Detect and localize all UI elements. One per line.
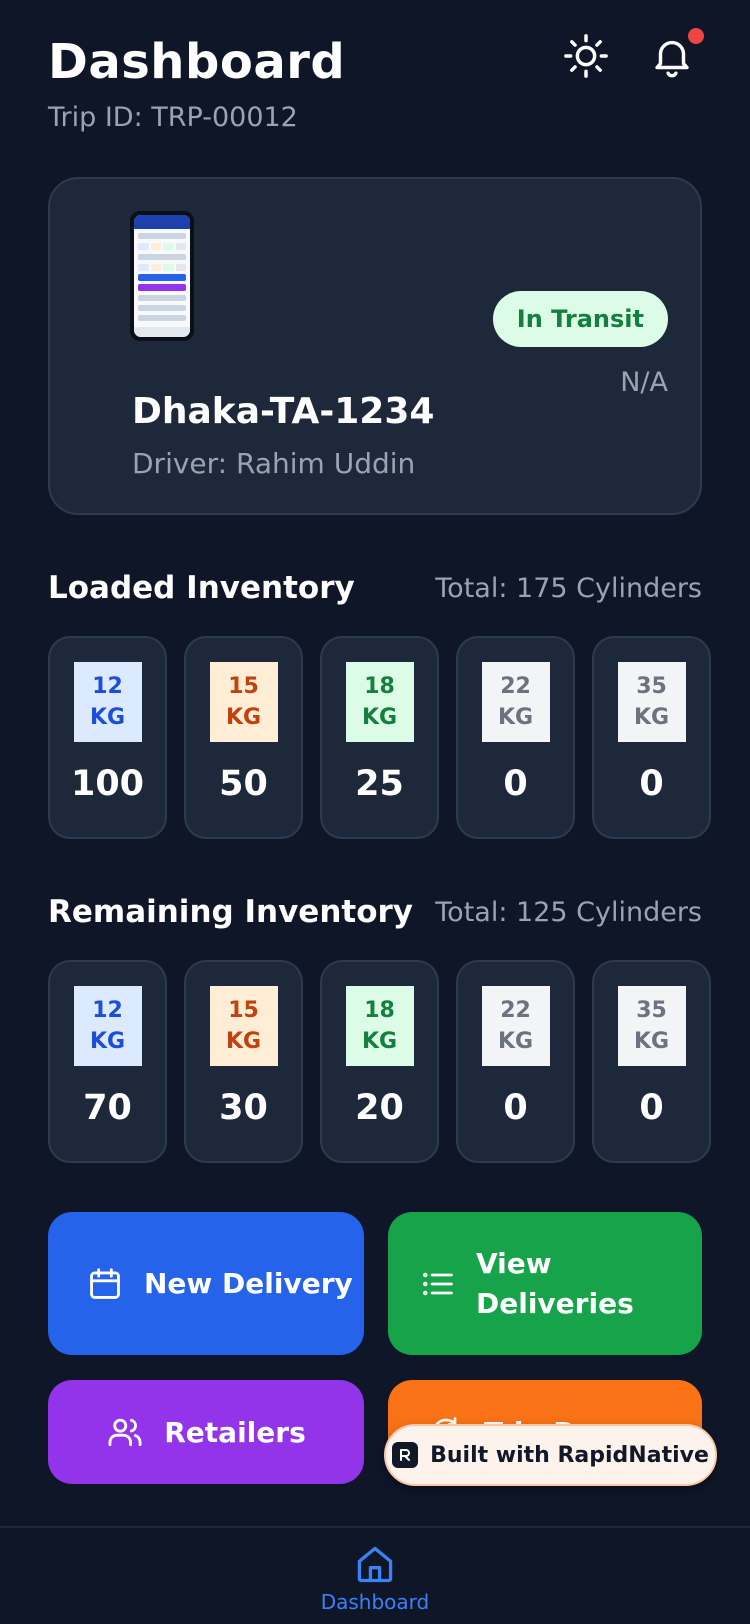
view-deliveries-label: View Deliveries (476, 1244, 634, 1324)
kg-chip-unit: KG (89, 1029, 126, 1054)
inventory-card-12kg[interactable]: 12 KG 70 (48, 960, 167, 1163)
kg-chip: 22 KG (481, 986, 550, 1066)
trip-id: Trip ID: TRP-00012 (48, 102, 298, 133)
section-total: Total: 125 Cylinders (435, 896, 702, 928)
remaining-inventory-row: 12 KG 70 15 KG 30 18 KG 20 22 KG 0 35 KG… (48, 960, 711, 1163)
kg-chip: 15 KG (209, 986, 278, 1066)
section-title: Remaining Inventory (48, 894, 414, 930)
loaded-inventory-header: Loaded Inventory Total: 175 Cylinders (48, 570, 702, 606)
inventory-count: 0 (503, 1088, 528, 1128)
inventory-count: 25 (355, 764, 404, 804)
view-deliveries-label-line1: View (476, 1246, 552, 1280)
inventory-count: 70 (83, 1088, 132, 1128)
inventory-card-22kg[interactable]: 22 KG 0 (456, 636, 575, 839)
header-actions (560, 28, 704, 82)
kg-chip: 35 KG (617, 986, 686, 1066)
home-icon (357, 1546, 393, 1583)
kg-chip-number: 18 (364, 998, 395, 1023)
inventory-card-15kg[interactable]: 15 KG 30 (184, 960, 303, 1163)
kg-chip-number: 18 (364, 674, 395, 699)
remaining-inventory-header: Remaining Inventory Total: 125 Cylinders (48, 894, 702, 930)
vehicle-image (130, 211, 194, 341)
inventory-card-35kg[interactable]: 35 KG 0 (592, 636, 711, 839)
dashboard-screen: Dashboard Trip ID: TRP-00012 Dhaka-TA-12… (0, 0, 750, 1624)
list-icon (420, 1266, 456, 1302)
sun-icon (564, 34, 608, 78)
kg-chip-number: 12 (92, 998, 123, 1023)
kg-chip-unit: KG (225, 705, 262, 730)
kg-chip-number: 35 (636, 998, 667, 1023)
kg-chip-number: 15 (228, 998, 259, 1023)
kg-chip-unit: KG (497, 705, 534, 730)
kg-chip-unit: KG (633, 705, 670, 730)
kg-chip: 35 KG (617, 662, 686, 742)
users-icon (106, 1413, 144, 1451)
kg-chip: 22 KG (481, 662, 550, 742)
inventory-count: 100 (70, 764, 145, 804)
inventory-card-22kg[interactable]: 22 KG 0 (456, 960, 575, 1163)
kg-chip-unit: KG (225, 1029, 262, 1054)
kg-chip-unit: KG (633, 1029, 670, 1054)
new-delivery-button[interactable]: New Delivery (48, 1212, 364, 1355)
inventory-count: 20 (355, 1088, 404, 1128)
driver-name: Driver: Rahim Uddin (132, 447, 416, 480)
kg-chip-number: 22 (500, 674, 531, 699)
kg-chip-number: 35 (636, 674, 667, 699)
kg-chip-unit: KG (361, 1029, 398, 1054)
kg-chip: 12 KG (73, 662, 142, 742)
page-title: Dashboard (48, 34, 346, 90)
theme-toggle-button[interactable] (560, 30, 612, 82)
inventory-card-12kg[interactable]: 12 KG 100 (48, 636, 167, 839)
kg-chip: 18 KG (345, 662, 414, 742)
kg-chip-number: 22 (500, 998, 531, 1023)
kg-chip-unit: KG (361, 705, 398, 730)
loaded-inventory-row: 12 KG 100 15 KG 50 18 KG 25 22 KG 0 35 K… (48, 636, 711, 839)
nav-item-dashboard[interactable]: Dashboard (0, 1542, 750, 1614)
inventory-count: 0 (639, 764, 664, 804)
vehicle-plate: Dhaka-TA-1234 (132, 391, 435, 432)
kg-chip-unit: KG (89, 705, 126, 730)
header: Dashboard Trip ID: TRP-00012 (48, 34, 345, 133)
inventory-count: 0 (503, 764, 528, 804)
view-deliveries-label-line2: Deliveries (476, 1286, 634, 1320)
view-deliveries-button[interactable]: View Deliveries (388, 1212, 702, 1355)
inventory-card-15kg[interactable]: 15 KG 50 (184, 636, 303, 839)
built-with-badge[interactable]: Built with RapidNative (384, 1424, 717, 1486)
bottom-nav: Dashboard (0, 1526, 750, 1624)
kg-chip: 18 KG (345, 986, 414, 1066)
retailers-label: Retailers (164, 1415, 306, 1449)
inventory-count: 50 (219, 764, 268, 804)
kg-chip-unit: KG (497, 1029, 534, 1054)
inventory-card-18kg[interactable]: 18 KG 20 (320, 960, 439, 1163)
calendar-icon (86, 1265, 124, 1303)
built-with-text: Built with RapidNative (430, 1442, 709, 1468)
section-total: Total: 175 Cylinders (435, 572, 702, 604)
status-badge: In Transit (492, 291, 668, 347)
notifications-button[interactable] (646, 28, 704, 82)
new-delivery-label: New Delivery (144, 1267, 353, 1300)
rapidnative-logo-icon (392, 1442, 419, 1468)
kg-chip: 12 KG (73, 986, 142, 1066)
nav-label-dashboard: Dashboard (320, 1590, 430, 1614)
notification-dot (688, 28, 704, 44)
retailers-button[interactable]: Retailers (48, 1380, 364, 1484)
inventory-count: 0 (639, 1088, 664, 1128)
vehicle-card[interactable]: Dhaka-TA-1234 Driver: Rahim Uddin In Tra… (48, 177, 702, 515)
kg-chip-number: 12 (92, 674, 123, 699)
kg-chip-number: 15 (228, 674, 259, 699)
inventory-card-18kg[interactable]: 18 KG 25 (320, 636, 439, 839)
eta-text: N/A (620, 367, 668, 398)
inventory-card-35kg[interactable]: 35 KG 0 (592, 960, 711, 1163)
kg-chip: 15 KG (209, 662, 278, 742)
inventory-count: 30 (219, 1088, 268, 1128)
section-title: Loaded Inventory (48, 570, 355, 606)
